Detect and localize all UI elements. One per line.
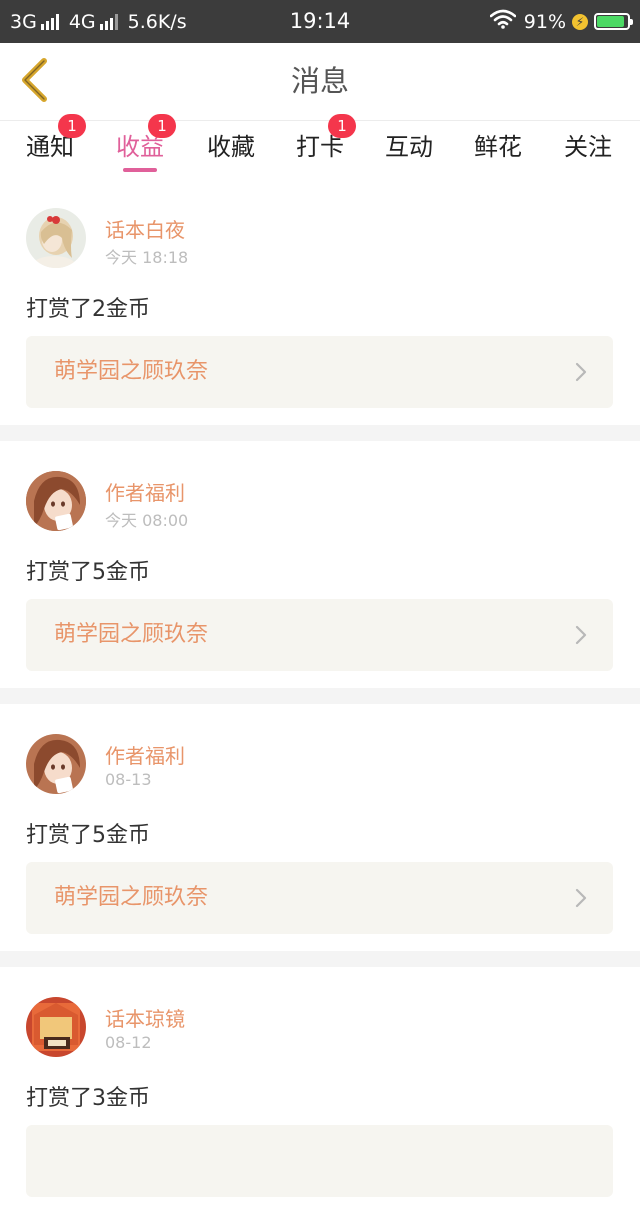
active-tab-indicator — [123, 168, 157, 172]
status-left: 3G 4G 5.6K/s — [10, 0, 187, 43]
unread-badge: 1 — [328, 114, 356, 138]
chevron-right-icon — [575, 625, 587, 649]
divider — [0, 425, 640, 441]
book-link[interactable]: 萌学园之顾玖奈 — [26, 336, 613, 408]
message-text: 打赏了2金币 — [26, 297, 150, 322]
charging-icon: ⚡ — [572, 13, 588, 30]
tab-label: 互动 — [385, 133, 433, 161]
book-title: 萌学园之顾玖奈 — [54, 359, 209, 384]
wifi-icon — [489, 9, 517, 34]
chevron-left-icon — [19, 58, 49, 106]
message-time: 08-13 — [105, 770, 152, 789]
book-link[interactable] — [26, 1125, 613, 1197]
sender-name[interactable]: 作者福利 — [105, 477, 185, 506]
signal-icon — [99, 13, 120, 30]
battery-percent: 91% — [523, 10, 566, 33]
avatar[interactable] — [26, 734, 86, 794]
message-card: 话本白夜 今天 18:18 打赏了2金币 萌学园之顾玖奈 — [0, 178, 640, 425]
book-title: 萌学园之顾玖奈 — [54, 622, 209, 647]
avatar[interactable] — [26, 208, 86, 268]
sender-name[interactable]: 作者福利 — [105, 740, 185, 769]
tab-notifications[interactable]: 通知 1 — [8, 114, 92, 178]
message-time: 08-12 — [105, 1033, 152, 1052]
avatar[interactable] — [26, 471, 86, 531]
tab-flowers[interactable]: 鲜花 — [456, 121, 540, 178]
message-card: 作者福利 08-13 打赏了5金币 萌学园之顾玖奈 — [0, 704, 640, 951]
nav-header: 消息 — [0, 43, 640, 121]
message-list: 话本白夜 今天 18:18 打赏了2金币 萌学园之顾玖奈 作者福利 今天 08:… — [0, 178, 640, 1214]
tab-following[interactable]: 关注 — [546, 121, 630, 178]
page-title: 消息 — [290, 64, 349, 98]
unread-badge: 1 — [148, 114, 176, 138]
tab-interactions[interactable]: 互动 — [367, 121, 451, 178]
back-button[interactable] — [14, 58, 54, 106]
tab-label: 收藏 — [207, 133, 255, 161]
book-link[interactable]: 萌学园之顾玖奈 — [26, 862, 613, 934]
tab-label: 鲜花 — [474, 133, 522, 161]
sender-name[interactable]: 话本白夜 — [105, 214, 185, 243]
status-bar: 3G 4G 5.6K/s 19:14 91% ⚡ — [0, 0, 640, 43]
avatar[interactable] — [26, 997, 86, 1057]
tab-bar: 通知 1 收益 1 收藏 打卡 1 互动 鲜花 关注 — [0, 114, 640, 178]
unread-badge: 1 — [58, 114, 86, 138]
tab-earnings[interactable]: 收益 1 — [98, 114, 182, 178]
message-time: 今天 08:00 — [105, 511, 189, 530]
battery-level — [597, 16, 624, 27]
signal-icon — [40, 13, 61, 30]
network-type-1: 3G — [10, 10, 37, 33]
network-type-2: 4G — [68, 10, 96, 33]
book-title: 萌学园之顾玖奈 — [54, 885, 209, 910]
message-text: 打赏了5金币 — [26, 823, 150, 848]
message-text: 打赏了3金币 — [26, 1086, 150, 1111]
divider — [0, 951, 640, 967]
battery-icon — [594, 13, 633, 30]
chevron-right-icon — [575, 888, 587, 912]
message-time: 今天 18:18 — [105, 248, 189, 267]
message-card: 话本琼镜 08-12 打赏了3金币 — [0, 967, 640, 1214]
tab-label: 关注 — [564, 133, 612, 161]
message-text: 打赏了5金币 — [26, 560, 150, 585]
divider — [0, 688, 640, 704]
status-right: 91% ⚡ — [489, 0, 633, 43]
message-card: 作者福利 今天 08:00 打赏了5金币 萌学园之顾玖奈 — [0, 441, 640, 688]
book-link[interactable]: 萌学园之顾玖奈 — [26, 599, 613, 671]
tab-favorites[interactable]: 收藏 — [189, 121, 273, 178]
network-speed: 5.6K/s — [127, 10, 187, 33]
chevron-right-icon — [575, 362, 587, 386]
tab-checkin[interactable]: 打卡 1 — [278, 114, 362, 178]
sender-name[interactable]: 话本琼镜 — [105, 1003, 185, 1032]
